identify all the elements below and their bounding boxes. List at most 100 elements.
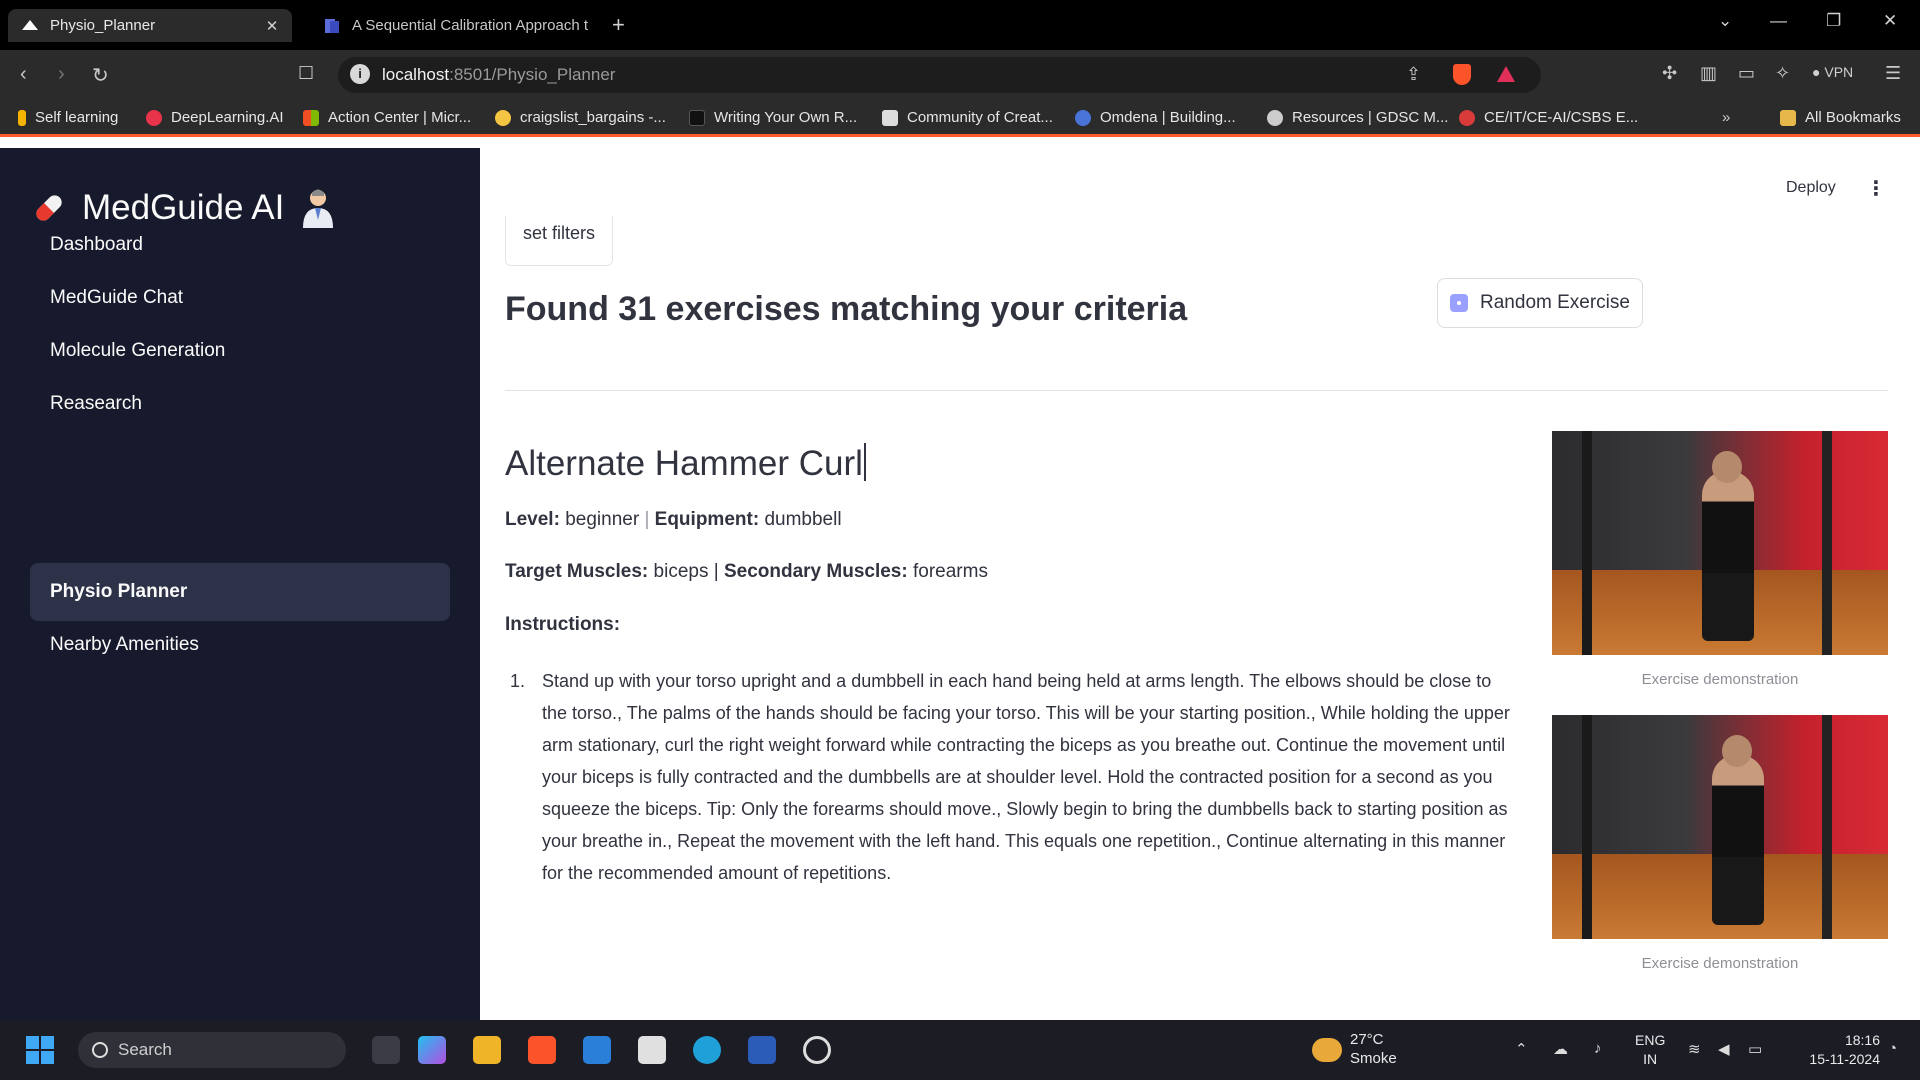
url-text: localhost:8501/Physio_Planner (382, 65, 616, 84)
folder-icon (1780, 109, 1796, 126)
taskbar: Search 27°C Smoke ⌃ ☁ ♪ ENG IN ≋ ◀ ▭ 18:… (0, 1020, 1920, 1080)
edge-icon[interactable] (693, 1036, 721, 1064)
weather-widget[interactable]: 27°C Smoke (1350, 1030, 1397, 1068)
sidebar-item-physio-planner[interactable]: Physio Planner (30, 563, 450, 621)
main-content: Deploy ⋮ set filters Found 31 exercises … (480, 148, 1920, 1020)
sidebar-item-nearby-amenities[interactable]: Nearby Amenities (30, 616, 450, 674)
bookmark-item[interactable]: Community of Creat... (882, 109, 1053, 126)
microphone-icon[interactable]: ♪ (1594, 1040, 1602, 1057)
forward-icon[interactable]: › (58, 63, 65, 86)
more-bookmarks-icon[interactable]: » (1722, 109, 1730, 126)
reload-icon[interactable]: ↻ (92, 63, 109, 88)
browser-tab-bar: Physio_Planner ✕ A Sequential Calibratio… (0, 0, 1920, 50)
extensions-icon[interactable]: ✣ (1662, 63, 1677, 84)
all-bookmarks-button[interactable]: All Bookmarks (1780, 109, 1901, 126)
bookmark-favicon-icon (882, 109, 898, 126)
tab-calibration-paper[interactable]: A Sequential Calibration Approach t (310, 9, 600, 42)
bookmark-favicon-icon (18, 109, 26, 126)
results-heading: Found 31 exercises matching your criteri… (505, 290, 1188, 328)
onedrive-icon[interactable]: ☁ (1553, 1040, 1568, 1058)
brave-shield-icon[interactable] (1453, 64, 1471, 85)
copilot-icon[interactable] (418, 1036, 446, 1064)
instruction-text: Stand up with your torso upright and a d… (542, 671, 1510, 883)
set-filters-expander[interactable]: set filters (505, 216, 613, 266)
site-info-icon[interactable]: i (350, 64, 370, 84)
exercise-photo (1552, 431, 1888, 655)
file-explorer-icon[interactable] (473, 1036, 501, 1064)
windows-start-icon[interactable] (26, 1036, 54, 1064)
tab-title: Physio_Planner (50, 17, 156, 34)
tab-search-icon[interactable]: ⌄ (1718, 11, 1732, 31)
text-cursor (863, 443, 866, 481)
restore-icon[interactable]: ❐ (1826, 11, 1841, 31)
battery-icon[interactable]: ▭ (1748, 1040, 1762, 1058)
ms-store-icon[interactable] (638, 1036, 666, 1064)
brave-rewards-icon[interactable] (1497, 66, 1515, 82)
bookmark-item[interactable]: Self learning (18, 109, 118, 126)
bookmark-item[interactable]: Omdena | Building... (1075, 109, 1236, 126)
bookmark-favicon-icon (1267, 109, 1283, 126)
sidebar-item-research[interactable]: Reasearch (30, 375, 450, 433)
sidebar-item-dashboard[interactable]: Dashboard (30, 216, 450, 274)
word-icon[interactable] (748, 1036, 776, 1064)
bookmark-favicon-icon (1075, 109, 1091, 126)
bookmark-item[interactable]: Action Center | Micr... (303, 109, 471, 126)
language-indicator[interactable]: ENG IN (1635, 1031, 1665, 1069)
sidebar: MedGuide AI Dashboard MedGuide Chat Mole… (0, 148, 480, 1020)
random-exercise-label: Random Exercise (1480, 292, 1630, 313)
close-tab-icon[interactable]: ✕ (262, 17, 282, 35)
wallet-icon[interactable]: ▭ (1738, 63, 1755, 84)
bookmark-item[interactable]: Resources | GDSC M... (1267, 109, 1448, 126)
divider (505, 390, 1888, 391)
tab-physio-planner[interactable]: Physio_Planner ✕ (8, 9, 292, 42)
system-clock[interactable]: 18:16 15-11-2024 (1795, 1031, 1880, 1069)
task-view-icon[interactable] (372, 1036, 400, 1064)
sidebar-item-molecule-generation[interactable]: Molecule Generation (30, 322, 450, 380)
deploy-button[interactable]: Deploy (1786, 179, 1836, 197)
document-icon (324, 18, 340, 34)
sidebar-item-medguide-chat[interactable]: MedGuide Chat (30, 269, 450, 327)
streamlit-icon (22, 18, 38, 34)
more-options-icon[interactable]: ⋮ (1866, 176, 1886, 201)
bookmarks-bar: Self learning DeepLearning.AI Action Cen… (0, 100, 1920, 137)
menu-icon[interactable]: ☰ (1885, 63, 1901, 84)
exercise-image-1: Exercise demonstration (1552, 431, 1888, 688)
bookmark-favicon-icon (1459, 109, 1475, 126)
instructions-heading: Instructions: (505, 614, 621, 635)
bookmark-item[interactable]: craigslist_bargains -... (495, 109, 666, 126)
random-exercise-button[interactable]: Random Exercise (1437, 278, 1643, 328)
back-icon[interactable]: ‹ (20, 63, 27, 86)
bookmark-favicon-icon (495, 109, 511, 126)
bookmark-item[interactable]: DeepLearning.AI (146, 109, 284, 126)
list-number: 1. (510, 671, 526, 691)
weather-icon[interactable] (1312, 1038, 1342, 1062)
sidebar-toggle-icon[interactable]: ▥ (1700, 63, 1717, 84)
vpn-button[interactable]: ● VPN (1812, 64, 1853, 80)
close-window-icon[interactable]: ✕ (1883, 11, 1897, 31)
bookmark-favicon-icon (303, 109, 319, 126)
tab-title: A Sequential Calibration Approach t (352, 17, 588, 34)
tray-overflow-icon[interactable]: ⌃ (1515, 1040, 1528, 1058)
exercise-image-2: Exercise demonstration (1552, 715, 1888, 972)
obs-icon[interactable] (803, 1036, 831, 1064)
instruction-list-item: 1. Stand up with your torso upright and … (510, 665, 1510, 889)
address-bar[interactable]: i localhost:8501/Physio_Planner ⇪ (338, 57, 1541, 93)
leo-ai-icon[interactable]: ✧ (1775, 63, 1790, 84)
bookmark-icon[interactable]: ☐ (298, 63, 314, 84)
new-tab-button[interactable]: + (612, 12, 625, 38)
minimize-icon[interactable]: — (1770, 11, 1787, 31)
bookmark-item[interactable]: Writing Your Own R... (689, 109, 857, 126)
exercise-photo (1552, 715, 1888, 939)
dice-icon (1450, 294, 1469, 312)
share-icon[interactable]: ⇪ (1406, 64, 1421, 85)
brave-icon[interactable] (528, 1036, 556, 1064)
taskbar-search[interactable]: Search (78, 1032, 346, 1068)
volume-icon[interactable]: ◀ (1718, 1040, 1730, 1058)
exercise-muscles: Target Muscles: biceps | Secondary Muscl… (505, 561, 988, 582)
wifi-icon[interactable]: ≋ (1688, 1040, 1701, 1058)
bookmark-favicon-icon (146, 109, 162, 126)
image-caption: Exercise demonstration (1641, 955, 1799, 972)
vscode-icon[interactable] (583, 1036, 611, 1064)
notification-bell-icon[interactable]: ◔ (1888, 1040, 1897, 1057)
bookmark-item[interactable]: CE/IT/CE-AI/CSBS E... (1459, 109, 1638, 126)
